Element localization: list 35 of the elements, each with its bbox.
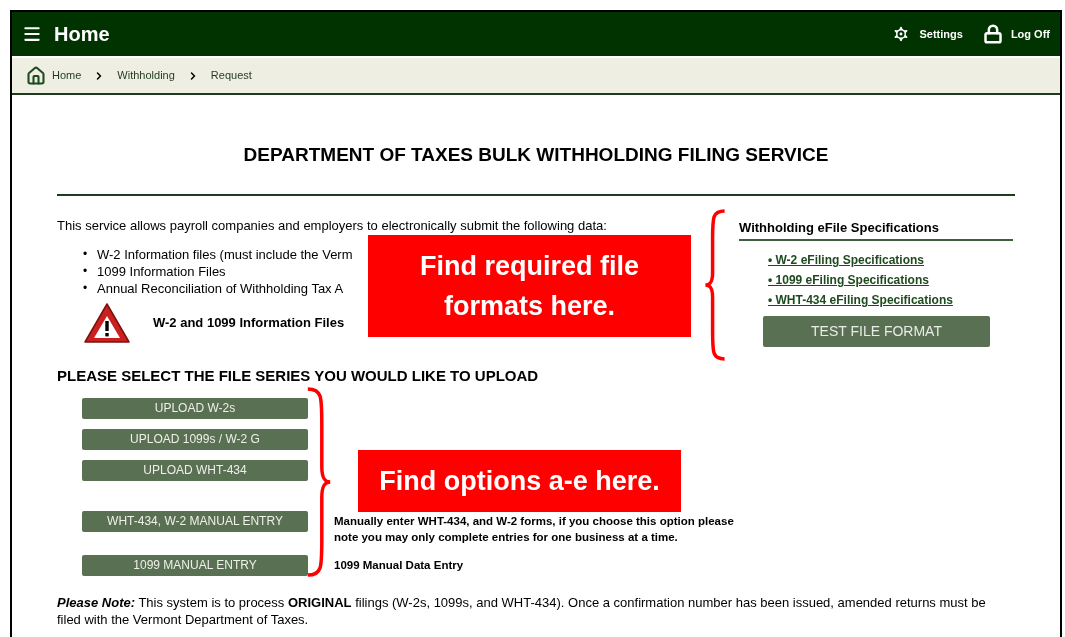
upload-heading: PLEASE SELECT THE FILE SERIES YOU WOULD LIKE TO UPLOAD (57, 366, 540, 386)
upload-option-button[interactable]: UPLOAD W-2s (82, 397, 308, 419)
note-text: Please Note: This system is to process ORIGINAL filings (W-2s, 1099s, and WHT-434). Once a confirmation number has been issued, amended returns must be filed with the Vermont Department of Taxes. (57, 593, 987, 628)
intro-text: This service allows payroll companies and employers to electronically submit the following data: (57, 216, 608, 235)
specification-link[interactable]: • W-2 eFiling Specifications (768, 252, 924, 268)
specification-link[interactable]: • WHT-434 eFiling Specifications (768, 292, 953, 308)
data-type-item: W-2 Information files (must include the Verm (97, 246, 353, 263)
upload-option-button[interactable]: 1099 MANUAL ENTRY (82, 554, 308, 576)
padlock-icon (982, 24, 1003, 44)
specification-link[interactable]: • 1099 eFiling Specifications (768, 272, 929, 288)
menu-icon[interactable] (22, 24, 42, 44)
callout-label: Find required file formats here. (368, 235, 691, 337)
breadcrumb-link[interactable]: Home (52, 67, 82, 84)
upload-option-button[interactable]: UPLOAD 1099s / W-2 G (82, 428, 308, 450)
page-heading: Home (54, 22, 110, 47)
data-type-item: Annual Reconciliation of Withholding Tax A (97, 280, 344, 297)
callout-label: Find options a-e here. (358, 450, 681, 512)
warning-text: W-2 and 1099 Information Files (153, 314, 345, 333)
upload-option-button[interactable]: WHT-434, W-2 MANUAL ENTRY (82, 510, 308, 532)
specs-heading: Withholding eFile Specifications (739, 217, 1013, 241)
bullet-mark: • (83, 280, 89, 297)
option-description: 1099 Manual Data Entry (334, 557, 465, 573)
home-icon (26, 65, 46, 86)
log-off-link[interactable]: Log Off (982, 24, 1050, 44)
settings-link[interactable]: Settings (891, 24, 963, 44)
breadcrumb-link[interactable]: Withholding (117, 67, 175, 84)
option-description: Manually enter WHT-434, and W-2 forms, if you choose this option please note you may only complete entries for one business at a time. (334, 513, 735, 545)
page-title: DEPARTMENT OF TAXES BULK WITHHOLDING FILING SERVICE (242, 143, 830, 167)
warning-icon (83, 302, 131, 344)
bullet-mark: • (83, 246, 89, 263)
bullet-mark: • (83, 263, 89, 280)
breadcrumb-link[interactable]: Request (210, 67, 252, 84)
test-file-format-button[interactable]: TEST FILE FORMAT (763, 316, 990, 347)
upload-option-button[interactable]: UPLOAD WHT-434 (82, 459, 308, 481)
data-type-item: 1099 Information Files (97, 263, 226, 280)
